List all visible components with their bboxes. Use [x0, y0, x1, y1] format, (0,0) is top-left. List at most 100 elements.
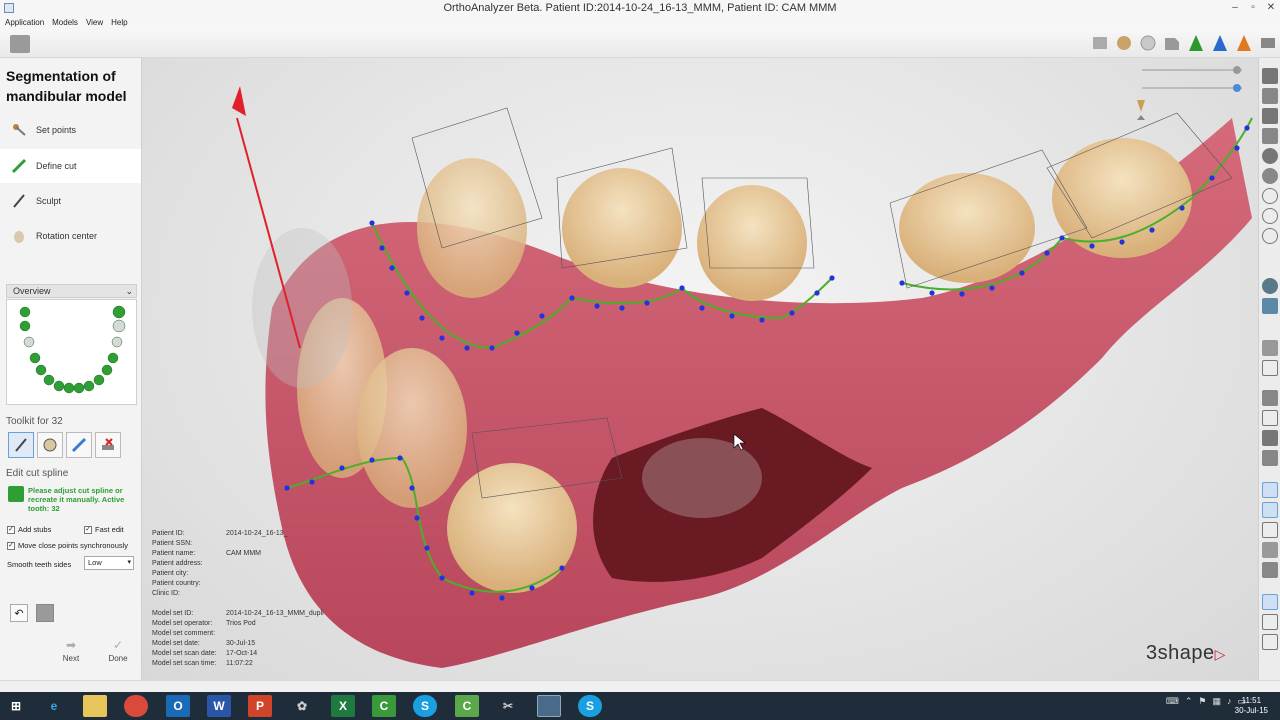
- fast-edit-checkbox[interactable]: ✓ Fast edit: [84, 525, 124, 534]
- zoom-icon[interactable]: [1262, 634, 1278, 650]
- overview-tooth[interactable]: [73, 382, 85, 394]
- taskbar-clock[interactable]: 11:51 30-Jul-15: [1235, 696, 1268, 716]
- volume-icon[interactable]: ♪: [1227, 696, 1232, 707]
- spline-point[interactable]: [529, 585, 535, 591]
- skype-icon[interactable]: S: [413, 695, 437, 717]
- settings-icon[interactable]: [1258, 33, 1278, 53]
- spline-point[interactable]: [759, 317, 765, 323]
- overview-tooth[interactable]: [111, 336, 123, 348]
- spline-point[interactable]: [594, 303, 600, 309]
- overview-tooth[interactable]: [93, 374, 105, 386]
- step-sculpt[interactable]: Sculpt: [0, 184, 141, 218]
- spline-point[interactable]: [619, 305, 625, 311]
- material-icon[interactable]: [1138, 33, 1158, 53]
- layers-icon[interactable]: [1262, 542, 1278, 558]
- keyboard-icon[interactable]: ⌨: [1166, 696, 1179, 707]
- shield-icon[interactable]: [1262, 562, 1278, 578]
- tooth-overview-map[interactable]: [6, 299, 137, 405]
- spline-point[interactable]: [929, 290, 935, 296]
- occlusion-icon[interactable]: [1262, 482, 1278, 498]
- spline-point[interactable]: [439, 335, 445, 341]
- hide-icon[interactable]: [1162, 33, 1182, 53]
- spline-point[interactable]: [814, 290, 820, 296]
- save-icon[interactable]: [10, 35, 30, 53]
- spline-point[interactable]: [339, 465, 345, 471]
- transparency-sliders[interactable]: [1132, 60, 1252, 130]
- chevron-up-icon[interactable]: ⌃: [1185, 696, 1193, 707]
- paint-icon[interactable]: ✿: [290, 695, 314, 717]
- overview-tooth[interactable]: [29, 352, 41, 364]
- draw-spline-tool[interactable]: [8, 432, 34, 458]
- undo-button[interactable]: ↶: [10, 604, 28, 622]
- spline-point[interactable]: [829, 275, 835, 281]
- step-rotation-center[interactable]: Rotation center: [0, 219, 141, 253]
- overview-tooth[interactable]: [112, 319, 126, 333]
- overview-header[interactable]: Overview ⌄: [6, 284, 137, 298]
- maximize-icon[interactable]: ▫: [1244, 0, 1262, 16]
- model-view-icon[interactable]: [1262, 298, 1278, 314]
- spline-point[interactable]: [514, 330, 520, 336]
- file-explorer-icon[interactable]: [83, 695, 107, 717]
- view-right-icon[interactable]: [1262, 128, 1278, 144]
- spline-point[interactable]: [1149, 227, 1155, 233]
- spline-point[interactable]: [309, 479, 315, 485]
- step-set-points[interactable]: Set points: [0, 113, 141, 147]
- spline-point[interactable]: [1179, 205, 1185, 211]
- add-stubs-checkbox[interactable]: ✓ Add stubs: [7, 525, 51, 534]
- spline-point[interactable]: [699, 305, 705, 311]
- copy-icon[interactable]: [1262, 522, 1278, 538]
- tooth-tool[interactable]: [37, 432, 63, 458]
- delete-tool[interactable]: [95, 432, 121, 458]
- view-bottom-icon[interactable]: [1262, 168, 1278, 184]
- overview-tooth[interactable]: [101, 364, 113, 376]
- done-button[interactable]: ✓ Done: [98, 638, 138, 663]
- dental-model-scene[interactable]: [142, 58, 1258, 680]
- spline-point[interactable]: [679, 285, 685, 291]
- camtasia-icon[interactable]: C: [372, 695, 396, 717]
- spline-point[interactable]: [1089, 243, 1095, 249]
- spline-point[interactable]: [989, 285, 995, 291]
- spline-point[interactable]: [789, 310, 795, 316]
- move-close-points-checkbox[interactable]: ✓ Move close points synchronously: [7, 541, 128, 550]
- overview-tooth[interactable]: [19, 320, 31, 332]
- measure-icon[interactable]: [1262, 430, 1278, 446]
- spline-point[interactable]: [1019, 270, 1025, 276]
- spline-point[interactable]: [899, 280, 905, 286]
- snipping-tool-icon[interactable]: ✂: [496, 695, 520, 717]
- lasso-icon[interactable]: [1262, 360, 1278, 376]
- next-button[interactable]: ➡ Next: [51, 638, 91, 663]
- menu-view[interactable]: View: [86, 16, 103, 30]
- overview-tooth[interactable]: [35, 364, 47, 376]
- spline-point[interactable]: [1044, 250, 1050, 256]
- view-gray-icon[interactable]: [1090, 33, 1110, 53]
- flag-icon[interactable]: ⚑: [1198, 696, 1206, 707]
- refresh-icon[interactable]: [1262, 228, 1278, 244]
- minimize-icon[interactable]: –: [1226, 0, 1244, 16]
- spline-point[interactable]: [464, 345, 470, 351]
- 3d-viewport[interactable]: Patient ID: 2014-10-24_16-13_ Patient SSN…: [142, 58, 1258, 680]
- overview-tooth[interactable]: [107, 352, 119, 364]
- spline-point[interactable]: [389, 265, 395, 271]
- view-front-icon[interactable]: [1262, 68, 1278, 84]
- blue-cone-icon[interactable]: [1210, 33, 1230, 53]
- spline-point[interactable]: [414, 515, 420, 521]
- spline-point[interactable]: [1234, 145, 1240, 151]
- spline-point[interactable]: [1209, 175, 1215, 181]
- view-left-icon[interactable]: [1262, 108, 1278, 124]
- overview-tooth[interactable]: [53, 380, 65, 392]
- folder-icon[interactable]: [1262, 340, 1278, 356]
- windows-start-icon[interactable]: ⊞: [4, 695, 28, 717]
- overview-tooth[interactable]: [19, 306, 31, 318]
- green-cone-icon[interactable]: [1186, 33, 1206, 53]
- menu-help[interactable]: Help: [111, 16, 127, 30]
- close-icon[interactable]: ✕: [1262, 0, 1280, 16]
- redo-button[interactable]: [36, 604, 54, 622]
- spline-point[interactable]: [369, 457, 375, 463]
- overview-tooth[interactable]: [83, 380, 95, 392]
- zoom-in-icon[interactable]: [1262, 188, 1278, 204]
- word-icon[interactable]: W: [207, 695, 231, 717]
- spline-point[interactable]: [559, 565, 565, 571]
- spline-point[interactable]: [397, 455, 403, 461]
- spline-point[interactable]: [404, 290, 410, 296]
- step-define-cut[interactable]: Define cut: [0, 149, 141, 183]
